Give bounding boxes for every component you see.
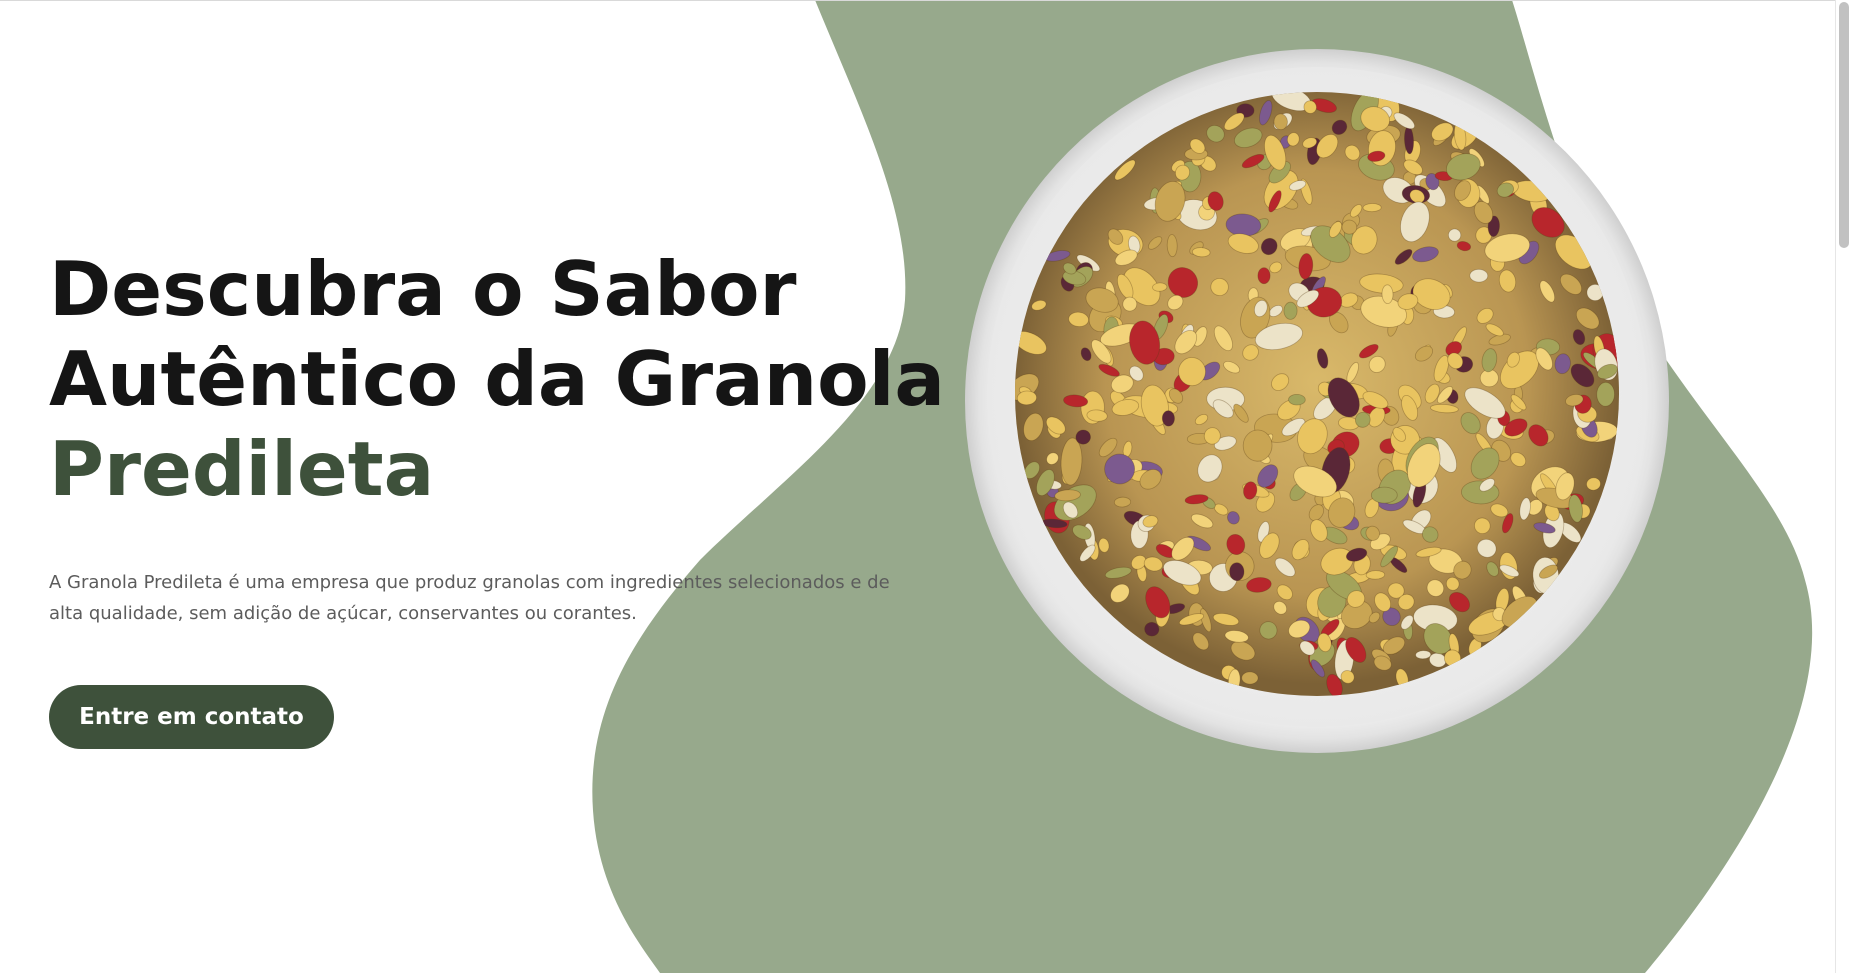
hero-section: Descubra o Sabor Autêntico da Granola Pr…	[49, 244, 946, 749]
headline-accent: Predileta	[49, 425, 435, 513]
page-scrollbar[interactable]	[1835, 0, 1853, 973]
landing-page: Descubra o Sabor Autêntico da Granola Pr…	[0, 0, 1853, 973]
granola-piece	[1241, 671, 1259, 685]
granola-piece	[1469, 268, 1489, 283]
granola-piece	[1362, 203, 1382, 213]
granola-piece	[1229, 562, 1245, 582]
headline-line-1: Descubra o Sabor	[49, 245, 797, 333]
granola-bowl-illustration	[965, 49, 1669, 753]
granola-piece	[1242, 429, 1273, 462]
contact-button[interactable]: Entre em contato	[49, 685, 334, 749]
top-divider	[0, 0, 1853, 1]
granola-piece	[1257, 267, 1271, 285]
granola-piece	[1596, 381, 1615, 407]
granola-piece	[1288, 393, 1306, 406]
granola-piece	[1152, 282, 1168, 292]
granola-piece	[1381, 284, 1394, 304]
granola-piece	[1283, 301, 1298, 320]
hero-headline: Descubra o Sabor Autêntico da Granola Pr…	[49, 244, 946, 514]
headline-line-2: Autêntico da Granola	[49, 335, 946, 423]
scrollbar-thumb[interactable]	[1839, 2, 1849, 248]
hero-description: A Granola Predileta é uma empresa que pr…	[49, 572, 890, 624]
granola-piece	[1365, 570, 1386, 580]
granola-bowl-image	[962, 49, 1672, 754]
granola-piece	[1161, 410, 1175, 427]
granola-piece	[1370, 486, 1398, 504]
